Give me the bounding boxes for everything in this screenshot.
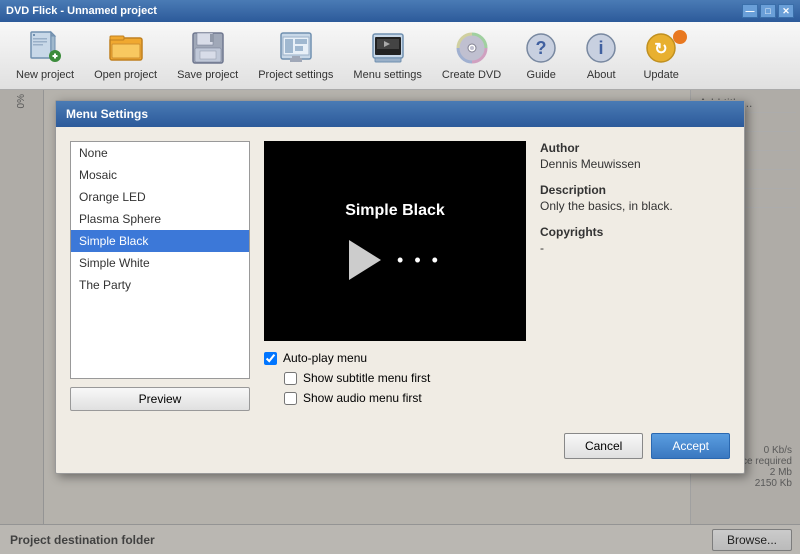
project-settings-icon bbox=[278, 30, 314, 66]
menu-item-the-party[interactable]: The Party bbox=[71, 274, 249, 296]
toolbar-save-project[interactable]: Save project bbox=[167, 26, 248, 85]
description-label: Description bbox=[540, 183, 730, 197]
menu-settings-label: Menu settings bbox=[353, 69, 421, 81]
play-icon[interactable] bbox=[349, 240, 381, 280]
menu-item-plasma-sphere[interactable]: Plasma Sphere bbox=[71, 208, 249, 230]
toolbar-new-project[interactable]: New project bbox=[6, 26, 84, 85]
window-title: DVD Flick - Unnamed project bbox=[6, 5, 157, 17]
copyrights-value: - bbox=[540, 241, 730, 255]
svg-text:↻: ↻ bbox=[655, 41, 668, 58]
minimize-button[interactable]: — bbox=[742, 4, 758, 18]
show-audio-label: Show audio menu first bbox=[303, 391, 422, 405]
menu-dots: • • • bbox=[397, 250, 441, 271]
modal-body: None Mosaic Orange LED Plasma Sphere Sim… bbox=[56, 127, 744, 425]
video-preview-title: Simple Black bbox=[345, 202, 445, 220]
toolbar-about[interactable]: i About bbox=[571, 26, 631, 85]
save-project-icon bbox=[190, 30, 226, 66]
maximize-button[interactable]: □ bbox=[760, 4, 776, 18]
new-project-icon bbox=[27, 30, 63, 66]
author-value: Dennis Meuwissen bbox=[540, 157, 730, 171]
preview-panel: Simple Black • • • Auto-play menu bbox=[264, 141, 526, 411]
author-label: Author bbox=[540, 141, 730, 155]
toolbar-open-project[interactable]: Open project bbox=[84, 26, 167, 85]
auto-play-checkbox[interactable] bbox=[264, 352, 277, 365]
auto-play-row: Auto-play menu bbox=[264, 351, 526, 365]
save-project-label: Save project bbox=[177, 69, 238, 81]
menu-list: None Mosaic Orange LED Plasma Sphere Sim… bbox=[70, 141, 250, 379]
window-controls[interactable]: — □ ✕ bbox=[742, 4, 794, 18]
create-dvd-label: Create DVD bbox=[442, 69, 501, 81]
show-audio-checkbox[interactable] bbox=[284, 392, 297, 405]
svg-text:i: i bbox=[599, 38, 604, 58]
title-bar: DVD Flick - Unnamed project — □ ✕ bbox=[0, 0, 800, 22]
menu-item-simple-white[interactable]: Simple White bbox=[71, 252, 249, 274]
menu-item-orange-led[interactable]: Orange LED bbox=[71, 186, 249, 208]
close-button[interactable]: ✕ bbox=[778, 4, 794, 18]
show-subtitle-row: Show subtitle menu first bbox=[284, 371, 526, 385]
menu-item-simple-black[interactable]: Simple Black bbox=[71, 230, 249, 252]
open-project-icon bbox=[108, 30, 144, 66]
description-value: Only the basics, in black. bbox=[540, 199, 730, 213]
video-controls: • • • bbox=[349, 240, 441, 280]
create-dvd-icon bbox=[454, 30, 490, 66]
menu-settings-icon bbox=[370, 30, 406, 66]
about-label: About bbox=[587, 69, 616, 81]
guide-label: Guide bbox=[527, 69, 556, 81]
toolbar-create-dvd[interactable]: Create DVD bbox=[432, 26, 511, 85]
menu-item-none[interactable]: None bbox=[71, 142, 249, 164]
toolbar-project-settings[interactable]: Project settings bbox=[248, 26, 343, 85]
modal-backdrop: Menu Settings None Mosaic Orange LED Pla… bbox=[0, 90, 800, 554]
about-icon: i bbox=[583, 30, 619, 66]
toolbar: New project Open project Save project bbox=[0, 22, 800, 90]
video-preview: Simple Black • • • bbox=[264, 141, 526, 341]
update-notification-dot bbox=[673, 30, 687, 44]
accept-button[interactable]: Accept bbox=[651, 433, 730, 459]
menu-list-panel: None Mosaic Orange LED Plasma Sphere Sim… bbox=[70, 141, 250, 411]
menu-item-mosaic[interactable]: Mosaic bbox=[71, 164, 249, 186]
show-subtitle-label: Show subtitle menu first bbox=[303, 371, 430, 385]
menu-settings-dialog: Menu Settings None Mosaic Orange LED Pla… bbox=[55, 100, 745, 474]
auto-play-label: Auto-play menu bbox=[283, 351, 367, 365]
update-label: Update bbox=[643, 69, 678, 81]
info-panel: Author Dennis Meuwissen Description Only… bbox=[540, 141, 730, 411]
project-settings-label: Project settings bbox=[258, 69, 333, 81]
toolbar-update[interactable]: ↻ Update bbox=[631, 26, 691, 85]
guide-icon: ? bbox=[523, 30, 559, 66]
cancel-button[interactable]: Cancel bbox=[564, 433, 643, 459]
show-audio-row: Show audio menu first bbox=[284, 391, 526, 405]
modal-footer: Cancel Accept bbox=[56, 425, 744, 473]
toolbar-menu-settings[interactable]: Menu settings bbox=[343, 26, 431, 85]
new-project-label: New project bbox=[16, 69, 74, 81]
copyrights-label: Copyrights bbox=[540, 225, 730, 239]
preview-button[interactable]: Preview bbox=[70, 387, 250, 411]
svg-text:?: ? bbox=[536, 38, 547, 58]
show-subtitle-checkbox[interactable] bbox=[284, 372, 297, 385]
modal-title: Menu Settings bbox=[56, 101, 744, 127]
open-project-label: Open project bbox=[94, 69, 157, 81]
toolbar-guide[interactable]: ? Guide bbox=[511, 26, 571, 85]
